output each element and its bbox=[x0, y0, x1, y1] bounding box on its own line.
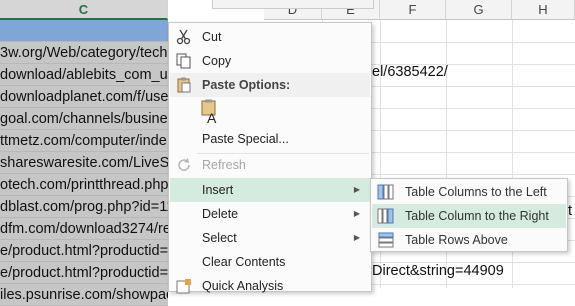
menu-item-paste-special[interactable]: Paste Special... bbox=[170, 127, 370, 151]
menu-item-label: Refresh bbox=[202, 158, 246, 172]
insert-column-right-icon bbox=[377, 208, 394, 224]
scissors-icon bbox=[176, 29, 191, 45]
table-row[interactable] bbox=[0, 20, 168, 42]
insert-column-left-icon bbox=[377, 184, 394, 200]
paste-keep-text-button[interactable]: A bbox=[199, 99, 221, 126]
cell-overflow-text: t bbox=[568, 203, 573, 219]
submenu-item-label: Table Rows Above bbox=[405, 233, 508, 247]
svg-text:A: A bbox=[207, 110, 217, 125]
mini-toolbar-edge bbox=[212, 0, 374, 9]
column-header-h[interactable]: H bbox=[512, 0, 575, 20]
submenu-item-label: Table Columns to the Left bbox=[405, 185, 547, 199]
menu-item-delete[interactable]: Delete ▶ bbox=[170, 202, 370, 226]
quick-analysis-icon bbox=[176, 279, 191, 294]
submenu-item-table-rows-above[interactable]: Table Rows Above bbox=[372, 228, 566, 252]
column-header-c[interactable]: C bbox=[0, 0, 168, 20]
menu-item-select[interactable]: Select ▶ bbox=[170, 226, 370, 250]
menu-item-label: Paste Options: bbox=[202, 78, 291, 92]
refresh-icon bbox=[178, 158, 190, 171]
submenu-item-table-column-right[interactable]: Table Column to the Right bbox=[372, 204, 566, 228]
menu-item-label: Delete bbox=[202, 207, 239, 221]
table-row[interactable]: 3w.org/Web/category/tech bbox=[0, 42, 168, 64]
table-row[interactable]: dblast.com/prog.php?id=11 bbox=[0, 196, 168, 218]
insert-submenu: Table Columns to the Left Table Column t… bbox=[370, 178, 568, 252]
menu-item-label: Copy bbox=[202, 54, 232, 68]
table-row[interactable]: shareswaresite.com/LiveSit bbox=[0, 152, 168, 174]
paste-text-only-icon: A bbox=[201, 99, 217, 126]
menu-item-insert[interactable]: Insert ▶ bbox=[170, 178, 370, 202]
table-row[interactable]: goal.com/channels/busine bbox=[0, 108, 168, 130]
table-row[interactable]: download/ablebits_com_u bbox=[0, 64, 168, 86]
table-row[interactable]: otech.com/printthread.php bbox=[0, 174, 168, 196]
table-row[interactable]: iles.psunrise.com/showpac bbox=[0, 284, 168, 306]
table-row[interactable]: e/product.html?productid= bbox=[0, 262, 168, 284]
table-row[interactable]: dfm.com/download3274/re bbox=[0, 218, 168, 240]
context-menu: Cut Copy Paste Options: A Paste Special.… bbox=[168, 22, 372, 294]
menu-item-refresh: Refresh bbox=[170, 153, 370, 177]
copy-icon bbox=[176, 53, 191, 69]
column-header-f[interactable]: F bbox=[380, 0, 446, 20]
submenu-item-label: Table Column to the Right bbox=[405, 209, 549, 223]
table-row[interactable]: ttmetz.com/computer/inde bbox=[0, 130, 168, 152]
table-row[interactable]: downloadplanet.com/f/use bbox=[0, 86, 168, 108]
submenu-arrow-icon: ▶ bbox=[353, 209, 360, 218]
menu-item-cut[interactable]: Cut bbox=[170, 25, 370, 49]
menu-item-label: Clear Contents bbox=[202, 255, 286, 269]
menu-item-label: Paste Special... bbox=[202, 132, 289, 146]
menu-item-clear-contents[interactable]: Clear Contents bbox=[170, 250, 370, 274]
menu-item-copy[interactable]: Copy bbox=[170, 49, 370, 73]
menu-item-label: Cut bbox=[202, 30, 222, 44]
insert-row-above-icon bbox=[378, 232, 394, 248]
clipboard-icon bbox=[177, 77, 191, 93]
menu-item-paste-options: Paste Options: bbox=[170, 73, 370, 97]
column-header-g[interactable]: G bbox=[446, 0, 512, 20]
submenu-arrow-icon: ▶ bbox=[353, 185, 360, 194]
cell-overflow-text: Direct&string=44909 bbox=[372, 263, 504, 279]
menu-item-label: Insert bbox=[202, 183, 234, 197]
submenu-item-table-columns-left[interactable]: Table Columns to the Left bbox=[372, 180, 566, 204]
cell-overflow-text: el/6385422/ bbox=[372, 64, 448, 80]
menu-item-label: Quick Analysis bbox=[202, 279, 284, 293]
submenu-arrow-icon: ▶ bbox=[353, 233, 360, 242]
menu-item-label: Select bbox=[202, 231, 237, 245]
menu-item-quick-analysis[interactable]: Quick Analysis bbox=[170, 274, 370, 298]
table-row[interactable]: e/product.html?productid= bbox=[0, 240, 168, 262]
